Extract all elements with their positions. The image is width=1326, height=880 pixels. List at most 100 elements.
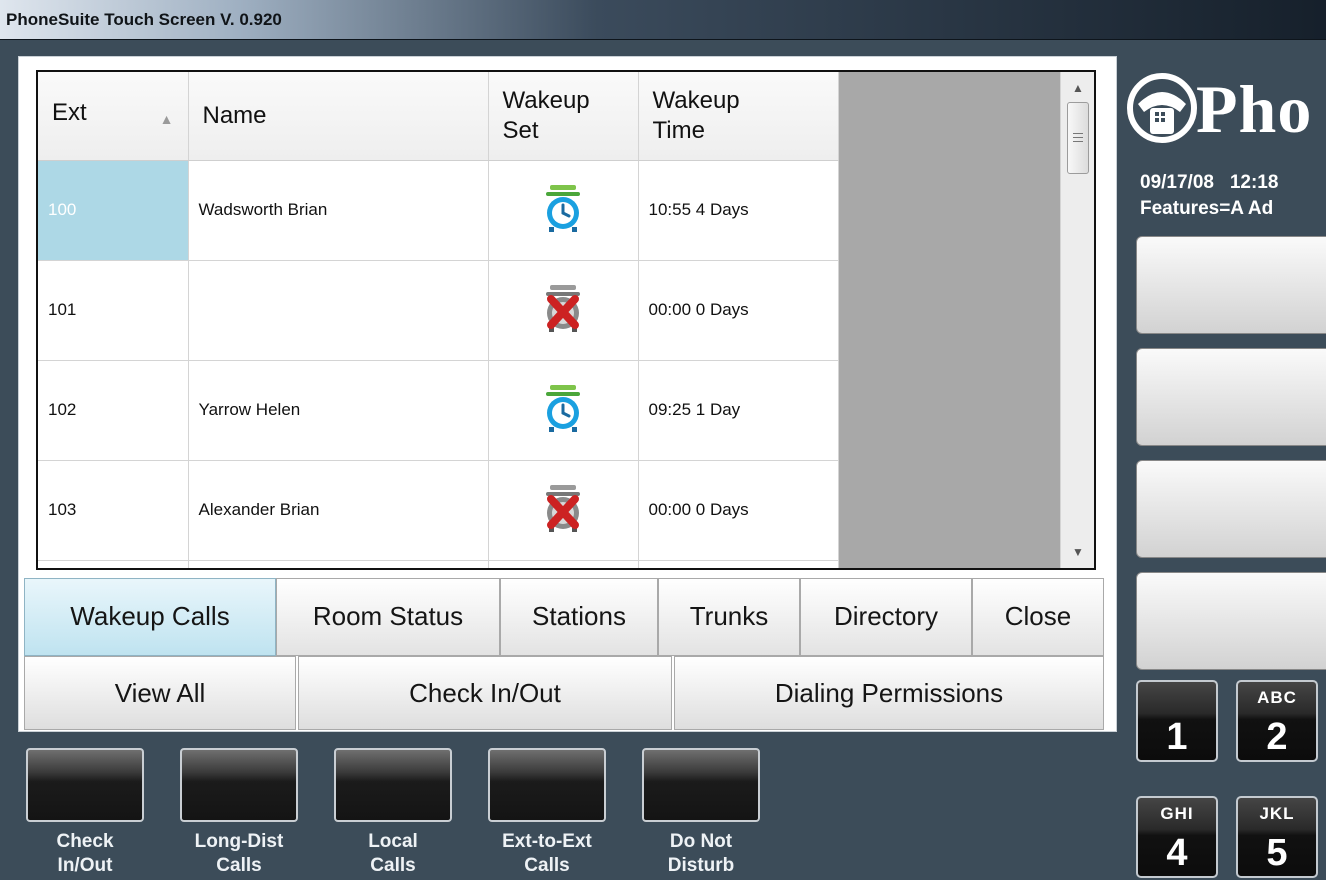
column-header-wakeup-time-line2: Time xyxy=(652,116,705,144)
tab-directory[interactable]: Directory xyxy=(800,578,972,656)
feature-label-line1: Check xyxy=(56,831,114,852)
keypad-key-letters: JKL xyxy=(1259,804,1295,823)
cell-ext[interactable]: 101 xyxy=(38,260,189,361)
feature-label-line2: Disturb xyxy=(667,855,735,876)
cell-name[interactable] xyxy=(188,560,489,568)
table-row[interactable] xyxy=(38,560,839,568)
phone-building-icon xyxy=(1127,73,1197,143)
feature-label-line2: Calls xyxy=(524,855,570,876)
side-button-1[interactable] xyxy=(1136,236,1326,334)
column-header-name-label: Name xyxy=(202,101,267,129)
logo-text: Pho xyxy=(1196,71,1313,147)
column-header-name[interactable]: Name xyxy=(188,72,489,161)
table-row[interactable]: 101 00:00 0 Days xyxy=(38,260,839,361)
column-header-wakeup-set-line2: Set xyxy=(502,116,539,144)
scroll-down-icon[interactable]: ▼ xyxy=(1061,538,1094,566)
cell-wakeup-set[interactable] xyxy=(488,360,639,461)
cell-wakeup-time[interactable]: 09:25 1 Day xyxy=(638,360,839,461)
cell-wakeup-time[interactable]: 10:55 4 Days xyxy=(638,160,839,261)
tab-trunks[interactable]: Trunks xyxy=(658,578,800,656)
keypad-key-digit: 5 xyxy=(1266,832,1288,874)
time-display: 12:18 xyxy=(1229,172,1279,193)
column-header-ext-label: Ext xyxy=(52,98,87,126)
feature-label-line1: Ext-to-Ext xyxy=(502,831,592,852)
feature-label-line1: Long-Dist xyxy=(194,831,284,852)
column-header-wakeup-time-line1: Wakeup xyxy=(652,86,740,114)
keypad-key-digit: 4 xyxy=(1166,832,1188,874)
cell-name[interactable] xyxy=(188,260,489,361)
alarm-clock-off-icon xyxy=(546,284,580,332)
cell-ext[interactable]: 103 xyxy=(38,460,189,561)
feature-label-line2: Calls xyxy=(216,855,262,876)
table-row[interactable]: 103 Alexander Brian 00:00 0 Days xyxy=(38,460,839,561)
cell-wakeup-set[interactable] xyxy=(488,160,639,261)
table-row[interactable]: 100 Wadsworth Brian 10:55 4 Days xyxy=(38,160,839,261)
date-display: 09/17/08 xyxy=(1140,172,1214,193)
cell-ext[interactable] xyxy=(38,560,189,568)
keypad-key-5[interactable]: JKL 5 xyxy=(1236,796,1318,878)
window-title: PhoneSuite Touch Screen V. 0.920 xyxy=(6,10,282,29)
side-button-4[interactable] xyxy=(1136,572,1326,670)
keypad-key-letters: ABC xyxy=(1257,688,1297,707)
alarm-clock-off-icon xyxy=(546,484,580,532)
cell-wakeup-set[interactable] xyxy=(488,260,639,361)
feature-check-in-out-button[interactable] xyxy=(26,748,144,822)
wakeup-grid: Ext ▲ Name Wakeup Set Wakeup Time 100 Wa… xyxy=(36,70,1096,570)
features-display: Features=A Ad xyxy=(1140,198,1274,219)
feature-check-in-out-label: Check In/Out xyxy=(15,830,155,878)
cell-name[interactable]: Alexander Brian xyxy=(188,460,489,561)
keypad-key-4[interactable]: GHI 4 xyxy=(1136,796,1218,878)
tab-stations[interactable]: Stations xyxy=(500,578,658,656)
sort-ascending-icon: ▲ xyxy=(159,110,174,127)
vertical-scrollbar[interactable]: ▲ ▼ xyxy=(1060,72,1094,568)
feature-ext-to-ext-calls-button[interactable] xyxy=(488,748,606,822)
keypad-key-1[interactable]: 1 xyxy=(1136,680,1218,762)
title-bar: PhoneSuite Touch Screen V. 0.920 xyxy=(0,0,1326,40)
feature-long-dist-calls-button[interactable] xyxy=(180,748,298,822)
alarm-clock-set-icon xyxy=(546,184,580,232)
cell-wakeup-time[interactable]: 00:00 0 Days xyxy=(638,260,839,361)
column-header-wakeup-time[interactable]: Wakeup Time xyxy=(638,72,839,161)
cell-name[interactable]: Yarrow Helen xyxy=(188,360,489,461)
table-header-row: Ext ▲ Name Wakeup Set Wakeup Time xyxy=(38,72,839,161)
cell-wakeup-time[interactable] xyxy=(638,560,839,568)
side-button-3[interactable] xyxy=(1136,460,1326,558)
grip-line xyxy=(1073,137,1083,138)
column-header-wakeup-set[interactable]: Wakeup Set xyxy=(488,72,639,161)
scroll-up-icon[interactable]: ▲ xyxy=(1061,74,1094,102)
date-time-line: 09/17/08 12:18 xyxy=(1140,172,1278,194)
view-all-button[interactable]: View All xyxy=(24,656,296,730)
keypad-key-letters: GHI xyxy=(1160,804,1194,823)
cell-ext[interactable]: 100 xyxy=(38,160,189,261)
dialing-permissions-button[interactable]: Dialing Permissions xyxy=(674,656,1104,730)
feature-do-not-disturb-label: Do Not Disturb xyxy=(631,830,771,878)
close-button[interactable]: Close xyxy=(972,578,1104,656)
cell-name[interactable]: Wadsworth Brian xyxy=(188,160,489,261)
feature-label-line1: Local xyxy=(368,831,418,852)
cell-ext[interactable]: 102 xyxy=(38,360,189,461)
keypad-key-digit: 2 xyxy=(1266,716,1288,758)
cell-wakeup-time[interactable]: 00:00 0 Days xyxy=(638,460,839,561)
check-in-out-button[interactable]: Check In/Out xyxy=(298,656,672,730)
table-row[interactable]: 102 Yarrow Helen 09:25 1 Day xyxy=(38,360,839,461)
alarm-clock-set-icon xyxy=(546,384,580,432)
keypad-key-2[interactable]: ABC 2 xyxy=(1236,680,1318,762)
feature-long-dist-calls-label: Long-Dist Calls xyxy=(169,830,309,878)
grip-line xyxy=(1073,141,1083,142)
cell-wakeup-set[interactable] xyxy=(488,460,639,561)
grip-line xyxy=(1073,133,1083,134)
column-header-ext[interactable]: Ext ▲ xyxy=(38,72,189,161)
keypad-key-digit: 1 xyxy=(1166,716,1188,758)
feature-do-not-disturb-button[interactable] xyxy=(642,748,760,822)
feature-label-line2: In/Out xyxy=(57,855,113,876)
feature-local-calls-label: Local Calls xyxy=(323,830,463,878)
column-header-wakeup-set-line1: Wakeup xyxy=(502,86,590,114)
tab-wakeup-calls[interactable]: Wakeup Calls xyxy=(24,578,276,656)
side-button-2[interactable] xyxy=(1136,348,1326,446)
feature-label-line2: Calls xyxy=(370,855,416,876)
feature-label-line1: Do Not xyxy=(669,831,733,852)
tab-room-status[interactable]: Room Status xyxy=(276,578,500,656)
scrollbar-thumb[interactable] xyxy=(1067,102,1089,174)
cell-wakeup-set[interactable] xyxy=(488,560,639,568)
feature-local-calls-button[interactable] xyxy=(334,748,452,822)
